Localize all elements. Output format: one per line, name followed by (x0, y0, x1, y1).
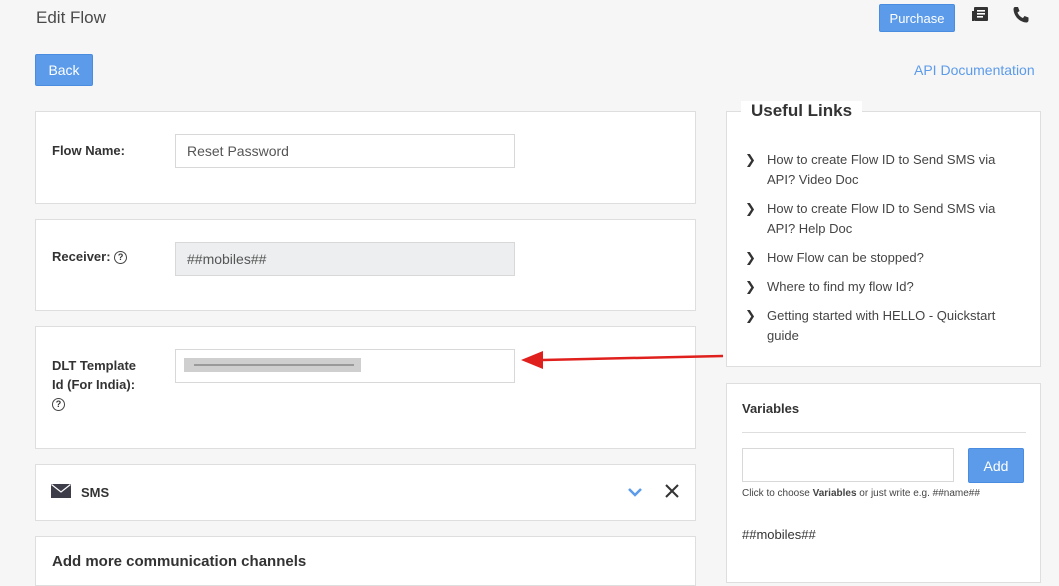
channels-title: Add more communication channels (52, 553, 307, 570)
chevron-right-icon: ❯ (745, 250, 756, 265)
sms-channel-card: SMS (35, 464, 696, 521)
link-text: guide (767, 328, 799, 343)
useful-link-item[interactable]: ❯ How to create Flow ID to Send SMS via A… (745, 199, 1015, 239)
help-icon[interactable]: ? (114, 251, 128, 265)
chevron-right-icon: ❯ (745, 201, 756, 216)
dlt-label: DLT Template Id (For India): ? (52, 356, 136, 413)
flow-name-card: Flow Name: Reset Password (35, 111, 696, 204)
sms-label: SMS (81, 485, 110, 500)
flow-name-input[interactable]: Reset Password (175, 134, 515, 168)
useful-link-item[interactable]: ❯ Where to find my flow Id? (745, 277, 1015, 297)
chevron-down-icon[interactable] (627, 485, 643, 503)
variables-hint: Click to choose Variables or just write … (742, 488, 980, 499)
hint-prefix: Click to choose (742, 488, 813, 499)
purchase-button[interactable]: Purchase (879, 4, 955, 32)
chevron-right-icon: ❯ (745, 152, 756, 167)
redacted-value (184, 358, 361, 372)
receiver-input: ##mobiles## (175, 242, 515, 276)
link-text: How Flow can be stopped? (767, 250, 924, 265)
news-icon[interactable] (970, 4, 992, 26)
variable-input[interactable] (742, 448, 954, 482)
useful-link-item[interactable]: ❯ How Flow can be stopped? (745, 248, 1015, 268)
back-button[interactable]: Back (35, 54, 93, 86)
envelope-icon (51, 484, 71, 503)
add-variable-button[interactable]: Add (968, 448, 1024, 483)
dlt-label-line2: Id (For India): (52, 377, 136, 392)
variable-chip[interactable]: ##mobiles## (742, 527, 816, 542)
link-text: API? Video Doc (767, 172, 859, 187)
variables-card: Variables Add Click to choose Variables … (726, 383, 1041, 583)
useful-link-item[interactable]: ❯ Getting started with HELLO - Quickstar… (745, 306, 1015, 346)
useful-links-title: Useful Links (741, 101, 863, 121)
receiver-label-row: Receiver: ? (52, 247, 128, 266)
api-documentation-link[interactable]: API Documentation (914, 62, 1035, 78)
receiver-card: Receiver: ? ##mobiles## (35, 219, 696, 311)
divider (742, 432, 1026, 433)
help-icon[interactable]: ? (52, 398, 65, 412)
close-icon[interactable] (665, 484, 679, 503)
useful-links-list: ❯ How to create Flow ID to Send SMS via A… (745, 150, 1015, 346)
hint-bold: Variables (812, 488, 857, 499)
phone-icon[interactable] (1010, 4, 1032, 26)
hint-suffix: or just write e.g. ##name## (856, 488, 980, 499)
channels-card: Add more communication channels (35, 536, 696, 586)
dlt-label-line1: DLT Template (52, 358, 137, 373)
annotation-arrow (521, 351, 724, 369)
chevron-right-icon: ❯ (745, 279, 756, 294)
variables-title: Variables (742, 401, 800, 416)
receiver-label: Receiver: (52, 249, 111, 264)
useful-link-item[interactable]: ❯ How to create Flow ID to Send SMS via A… (745, 150, 1015, 190)
page-title: Edit Flow (36, 8, 106, 27)
link-text: Where to find my flow Id? (767, 279, 914, 294)
flow-name-label: Flow Name: (52, 143, 125, 158)
link-text: Getting started with HELLO - Quickstart (767, 308, 996, 323)
link-text: How to create Flow ID to Send SMS via (767, 201, 996, 216)
dlt-template-input[interactable] (175, 349, 515, 383)
link-text: API? Help Doc (767, 221, 853, 236)
link-text: How to create Flow ID to Send SMS via (767, 152, 996, 167)
chevron-right-icon: ❯ (745, 308, 756, 323)
